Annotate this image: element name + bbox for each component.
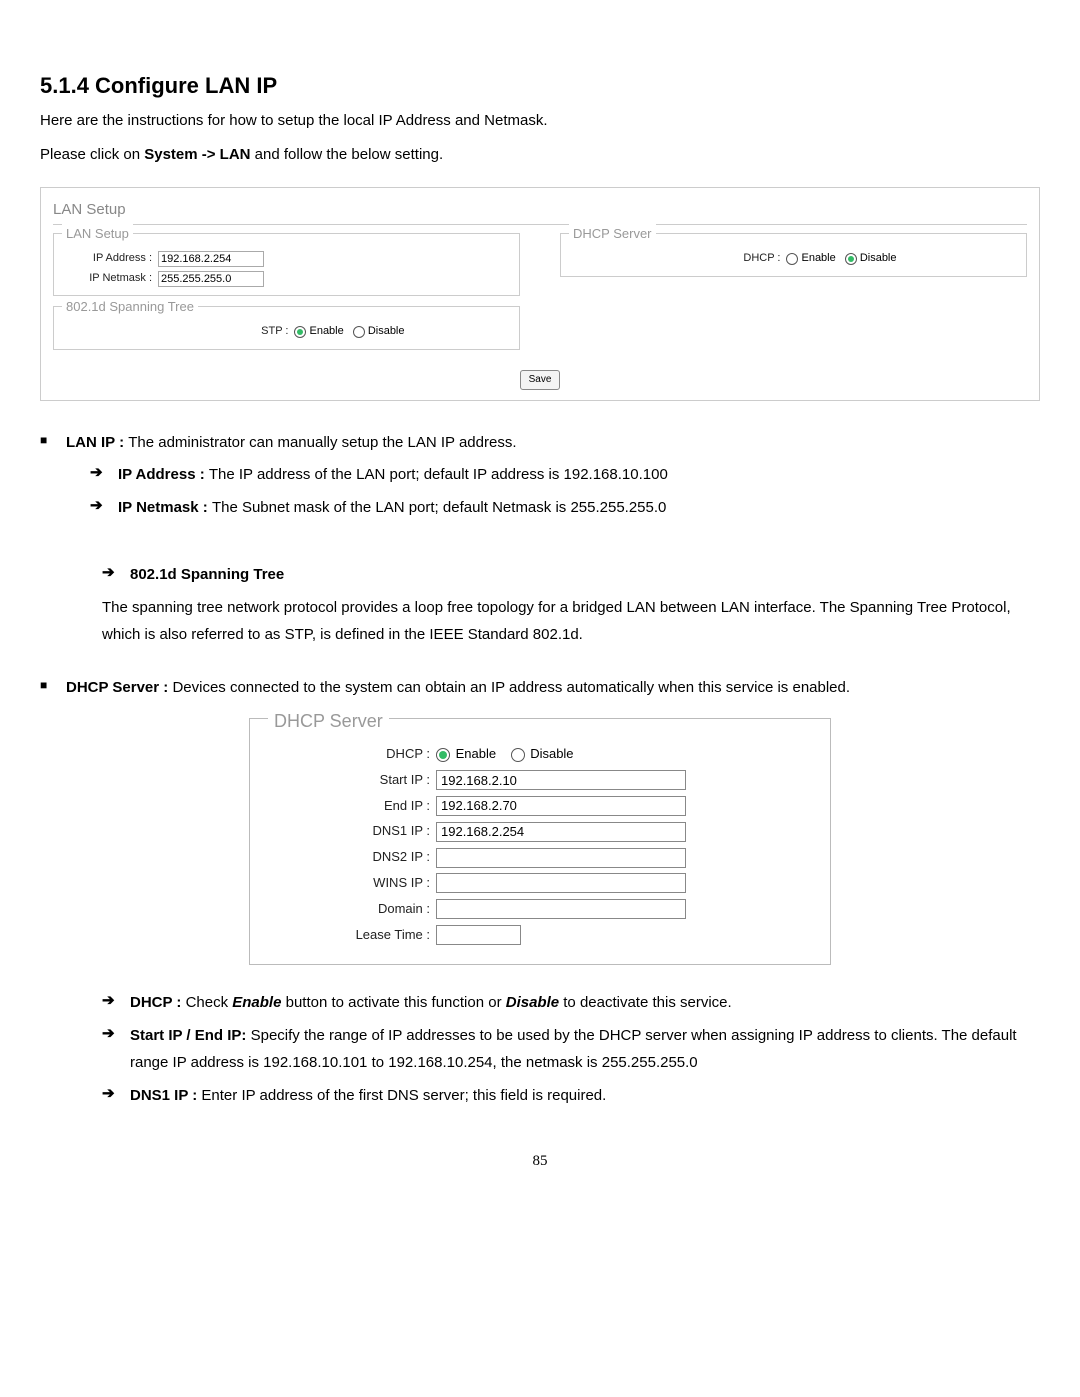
stp-enable-radio[interactable] xyxy=(294,326,306,338)
wins-ip-label: WINS IP : xyxy=(260,873,430,894)
lan-setup-legend: LAN Setup xyxy=(62,224,133,245)
wins-ip-input[interactable] xyxy=(436,873,686,893)
lan-ip-text: The administrator can manually setup the… xyxy=(128,434,516,451)
stp-label: STP : xyxy=(168,323,288,341)
ip-address-sub-text: The IP address of the LAN port; default … xyxy=(209,466,668,483)
arrow-icon: ➔ xyxy=(90,494,110,521)
intro-line-2: Please click on System -> LAN and follow… xyxy=(40,143,1040,167)
start-ip-label: Start IP : xyxy=(260,770,430,791)
start-ip-input[interactable] xyxy=(436,770,686,790)
dhcp-label-small: DHCP : xyxy=(690,250,780,268)
dhcp-enable-text-small: Enable xyxy=(801,250,835,268)
lease-time-label: Lease Time : xyxy=(260,925,430,946)
stp-enable-text: Enable xyxy=(309,323,343,341)
dhcp-label: DHCP : xyxy=(260,744,430,765)
page-number: 85 xyxy=(40,1149,1040,1173)
domain-input[interactable] xyxy=(436,899,686,919)
ip-netmask-sub-text: The Subnet mask of the LAN port; default… xyxy=(212,499,666,516)
panel-title: LAN Setup xyxy=(53,198,1027,225)
dhcp-server-panel: DHCP Server DHCP : Enable Disable Start … xyxy=(249,718,831,965)
dhcp-disable-text: Disable xyxy=(530,746,573,761)
dhcp-enable-radio[interactable] xyxy=(436,748,450,762)
arrow-icon: ➔ xyxy=(102,1082,122,1109)
ip-address-label: IP Address : xyxy=(62,250,152,268)
dhcp-sub-label: DHCP : xyxy=(130,994,186,1011)
square-bullet-icon: ■ xyxy=(40,676,52,700)
dhcp-server-legend-small: DHCP Server xyxy=(569,224,656,245)
save-button[interactable]: Save xyxy=(520,370,561,390)
dns1-sub-label: DNS1 IP : xyxy=(130,1087,201,1104)
start-end-ip-text: Specify the range of IP addresses to be … xyxy=(130,1027,1017,1071)
arrow-icon: ➔ xyxy=(102,1022,122,1076)
dhcp-enable-text: Enable xyxy=(456,746,496,761)
dns2-ip-input[interactable] xyxy=(436,848,686,868)
lan-setup-fieldset: LAN Setup IP Address : IP Netmask : xyxy=(53,233,520,296)
dhcp-server-fieldset-small: DHCP Server DHCP : Enable Disable xyxy=(560,233,1027,277)
spanning-tree-fieldset: 802.1d Spanning Tree STP : Enable Disabl… xyxy=(53,306,520,350)
spanning-tree-description: The spanning tree network protocol provi… xyxy=(102,594,1040,648)
dns1-ip-label: DNS1 IP : xyxy=(260,821,430,842)
dhcp-enable-radio-small[interactable] xyxy=(786,253,798,265)
spanning-tree-label: 802.1d Spanning Tree xyxy=(130,566,284,583)
ip-netmask-input[interactable] xyxy=(158,271,264,287)
ip-address-sub-label: IP Address : xyxy=(118,466,209,483)
domain-label: Domain : xyxy=(260,899,430,920)
section-heading: 5.1.4 Configure LAN IP xyxy=(40,68,1040,103)
stp-disable-radio[interactable] xyxy=(353,326,365,338)
dhcp-server-text: Devices connected to the system can obta… xyxy=(172,679,850,696)
ip-netmask-label: IP Netmask : xyxy=(62,270,152,288)
lease-time-input[interactable] xyxy=(436,925,521,945)
stp-disable-text: Disable xyxy=(368,323,405,341)
lan-setup-panel: LAN Setup LAN Setup IP Address : IP Netm… xyxy=(40,187,1040,401)
arrow-icon: ➔ xyxy=(102,989,122,1016)
start-end-ip-label: Start IP / End IP: xyxy=(130,1027,251,1044)
dhcp-server-legend: DHCP Server xyxy=(268,707,389,736)
dhcp-disable-radio[interactable] xyxy=(511,748,525,762)
end-ip-input[interactable] xyxy=(436,796,686,816)
dns2-ip-label: DNS2 IP : xyxy=(260,847,430,868)
ip-netmask-sub-label: IP Netmask : xyxy=(118,499,212,516)
dhcp-server-label: DHCP Server : xyxy=(66,679,172,696)
ip-address-input[interactable] xyxy=(158,251,264,267)
dns1-sub-text: Enter IP address of the first DNS server… xyxy=(201,1087,606,1104)
square-bullet-icon: ■ xyxy=(40,431,52,527)
end-ip-label: End IP : xyxy=(260,796,430,817)
dhcp-disable-radio-small[interactable] xyxy=(845,253,857,265)
intro-line-1: Here are the instructions for how to set… xyxy=(40,109,1040,133)
dns1-ip-input[interactable] xyxy=(436,822,686,842)
arrow-icon: ➔ xyxy=(90,461,110,488)
spanning-tree-legend: 802.1d Spanning Tree xyxy=(62,297,198,318)
arrow-icon: ➔ xyxy=(102,561,122,588)
lan-ip-label: LAN IP : xyxy=(66,434,128,451)
dhcp-disable-text-small: Disable xyxy=(860,250,897,268)
